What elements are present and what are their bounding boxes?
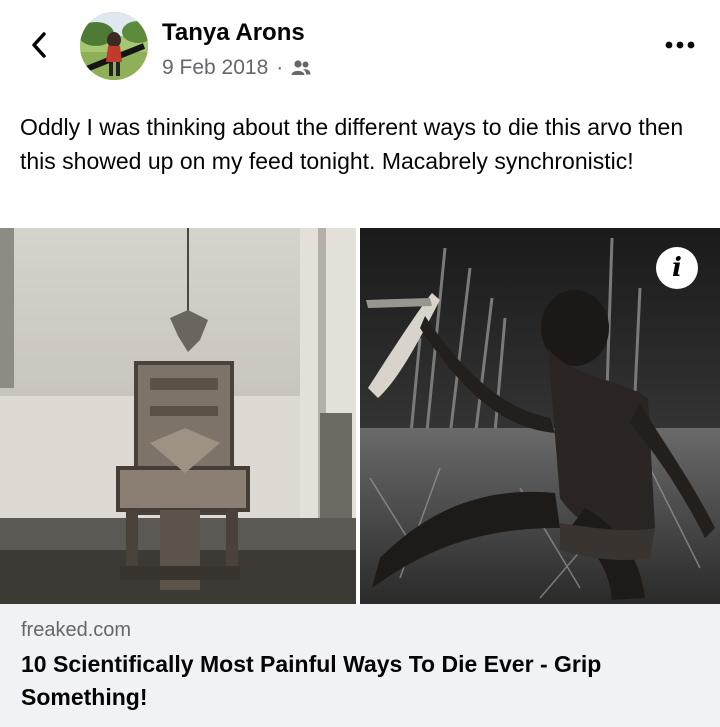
electric-chair-photo (0, 228, 356, 604)
post-meta: 9 Feb 2018 · (162, 56, 311, 80)
post-date[interactable]: 9 Feb 2018 (162, 56, 268, 80)
info-icon[interactable]: i (656, 247, 698, 289)
avatar[interactable] (80, 12, 148, 80)
meta-separator: · (276, 56, 284, 79)
link-preview-image[interactable] (0, 228, 720, 604)
post-text: Oddly I was thinking about the different… (20, 114, 684, 174)
link-title[interactable]: 10 Scientifically Most Painful Ways To D… (21, 648, 701, 714)
friends-icon[interactable] (291, 59, 311, 77)
link-domain: freaked.com (21, 619, 132, 641)
more-options-icon[interactable] (660, 33, 700, 57)
author-name[interactable]: Tanya Arons (162, 19, 305, 47)
back-chevron-icon[interactable] (24, 30, 54, 60)
post-header: Tanya Arons 9 Feb 2018 · (0, 0, 720, 100)
